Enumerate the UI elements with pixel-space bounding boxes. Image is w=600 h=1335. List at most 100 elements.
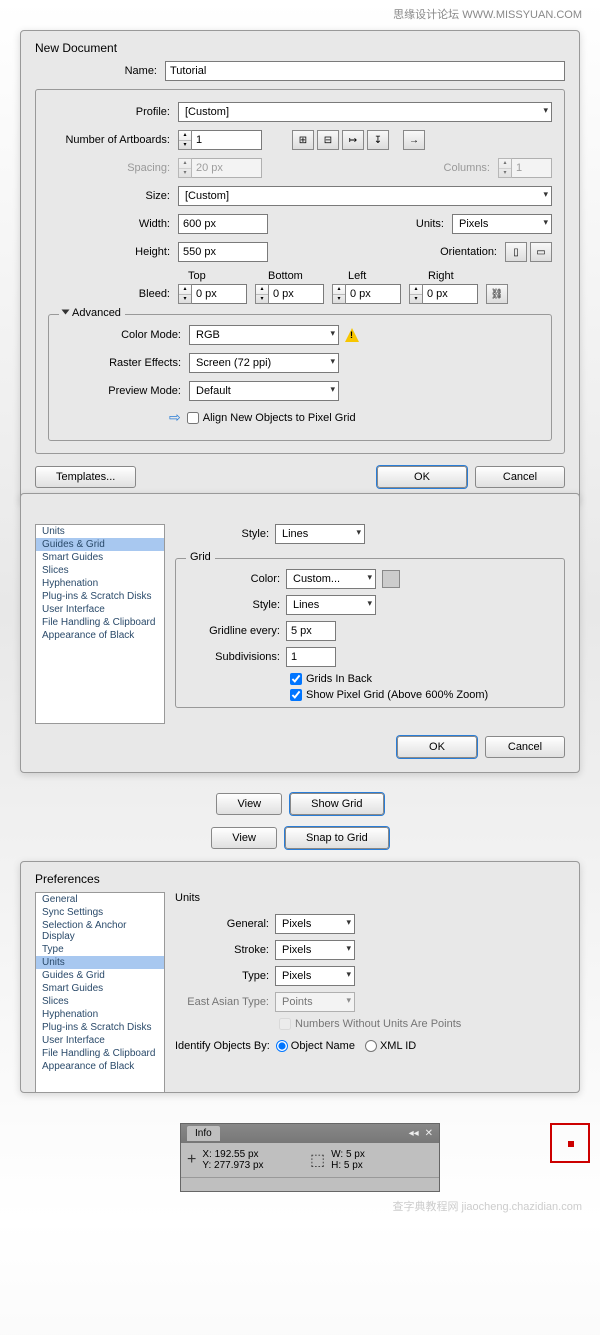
grid-color-swatch[interactable] [382,570,400,588]
sidebar-item[interactable]: Hyphenation [36,577,164,590]
bleed-bottom-header: Bottom [268,270,348,282]
row-icon[interactable]: ↦ [342,130,364,150]
profile-select[interactable]: [Custom] [178,102,552,122]
cancel-button[interactable]: Cancel [485,736,565,758]
type-select[interactable]: Pixels [275,966,355,986]
artboards-input[interactable] [192,130,262,150]
colormode-select[interactable]: RGB [189,325,339,345]
sidebar-item[interactable]: Slices [36,564,164,577]
rtl-icon[interactable]: → [403,130,425,150]
w-label: W: [331,1149,343,1160]
height-input[interactable] [178,242,268,262]
view-button[interactable]: View [216,793,282,815]
bleed-bottom-input[interactable] [269,284,324,304]
y-label: Y: [202,1160,211,1171]
view-button[interactable]: View [211,827,277,849]
bleed-right-stepper[interactable]: ▴▾ [409,284,478,304]
xml-id-label: XML ID [380,1040,416,1052]
h-value: 5 px [344,1160,363,1171]
guide-style-select[interactable]: Lines [275,524,365,544]
gridline-label: Gridline every: [186,625,286,637]
col-icon[interactable]: ↧ [367,130,389,150]
bleed-left-stepper[interactable]: ▴▾ [332,284,401,304]
sidebar-item[interactable]: Appearance of Black [36,629,164,642]
subdiv-input[interactable] [286,647,336,667]
ok-button[interactable]: OK [377,466,467,488]
bleed-bottom-stepper[interactable]: ▴▾ [255,284,324,304]
snap-grid-button[interactable]: Snap to Grid [285,827,389,849]
sidebar-item[interactable]: Sync Settings [36,906,164,919]
sidebar-item[interactable]: User Interface [36,603,164,616]
bleed-top-input[interactable] [192,284,247,304]
raster-select[interactable]: Screen (72 ppi) [189,353,339,373]
width-input[interactable] [178,214,268,234]
watermark-bottom: 查字典教程网 jiaocheng.chazidian.com [0,1192,600,1220]
bleed-right-header: Right [428,270,508,282]
gridline-input[interactable] [286,621,336,641]
align-pixel-checkbox[interactable] [187,412,199,424]
grid-style-select[interactable]: Lines [286,595,376,615]
grid-by-col-icon[interactable]: ⊟ [317,130,339,150]
obj-name-radio[interactable] [276,1040,288,1052]
sidebar-item[interactable]: Hyphenation [36,1008,164,1021]
landscape-icon[interactable]: ▭ [530,242,552,262]
grid-by-row-icon[interactable]: ⊞ [292,130,314,150]
sidebar-item[interactable]: Units [36,956,164,969]
preview-select[interactable]: Default [189,381,339,401]
sidebar-item[interactable]: Selection & Anchor Display [36,919,164,943]
artboards-label: Number of Artboards: [48,134,178,146]
identify-label: Identify Objects By: [175,1040,270,1052]
info-tab[interactable]: Info [187,1126,220,1141]
numbers-checkbox [279,1018,291,1030]
sidebar-item[interactable]: Smart Guides [36,982,164,995]
bleed-top-header: Top [188,270,268,282]
xml-id-radio[interactable] [365,1040,377,1052]
dimensions-icon: ⬚ [310,1150,325,1170]
sidebar-item[interactable]: User Interface [36,1034,164,1047]
bleed-left-input[interactable] [346,284,401,304]
collapse-icon[interactable]: ◂◂ [409,1128,419,1139]
ok-button[interactable]: OK [397,736,477,758]
name-input[interactable] [165,61,565,81]
link-bleed-icon[interactable]: ⛓ [486,284,508,304]
grid-color-select[interactable]: Custom... [286,569,376,589]
units-label: Units: [392,218,452,230]
show-pixel-checkbox[interactable] [290,689,302,701]
sidebar-item[interactable]: Units [36,525,164,538]
close-icon[interactable]: ✕ [425,1128,433,1139]
artboards-stepper[interactable]: ▴▾ [178,130,262,150]
w-value: 5 px [346,1149,365,1160]
east-label: East Asian Type: [175,996,275,1008]
raster-label: Raster Effects: [59,357,189,369]
sidebar-item[interactable]: Guides & Grid [36,538,164,551]
stroke-select[interactable]: Pixels [275,940,355,960]
obj-name-label: Object Name [291,1040,355,1052]
sidebar-item[interactable]: File Handling & Clipboard [36,1047,164,1060]
advanced-legend[interactable]: Advanced [59,307,125,319]
x-label: X: [202,1149,211,1160]
dialog-title: Preferences [21,862,579,892]
sidebar-item[interactable]: General [36,893,164,906]
bleed-right-input[interactable] [423,284,478,304]
sidebar-item[interactable]: Type [36,943,164,956]
show-grid-button[interactable]: Show Grid [290,793,383,815]
stroke-label: Stroke: [175,944,275,956]
sidebar-item[interactable]: Appearance of Black [36,1060,164,1073]
sidebar-item[interactable]: Guides & Grid [36,969,164,982]
units-select[interactable]: Pixels [452,214,552,234]
general-select[interactable]: Pixels [275,914,355,934]
size-select[interactable]: [Custom] [178,186,552,206]
bleed-top-stepper[interactable]: ▴▾ [178,284,247,304]
sidebar-item[interactable]: Plug-ins & Scratch Disks [36,590,164,603]
sidebar-item[interactable]: Slices [36,995,164,1008]
sidebar-item[interactable]: Plug-ins & Scratch Disks [36,1021,164,1034]
columns-label: Columns: [428,162,498,174]
templates-button[interactable]: Templates... [35,466,136,488]
sidebar-item[interactable]: File Handling & Clipboard [36,616,164,629]
cancel-button[interactable]: Cancel [475,466,565,488]
portrait-icon[interactable]: ▯ [505,242,527,262]
profile-label: Profile: [48,106,178,118]
sidebar-item[interactable]: Smart Guides [36,551,164,564]
grids-back-checkbox[interactable] [290,673,302,685]
h-label: H: [331,1160,341,1171]
